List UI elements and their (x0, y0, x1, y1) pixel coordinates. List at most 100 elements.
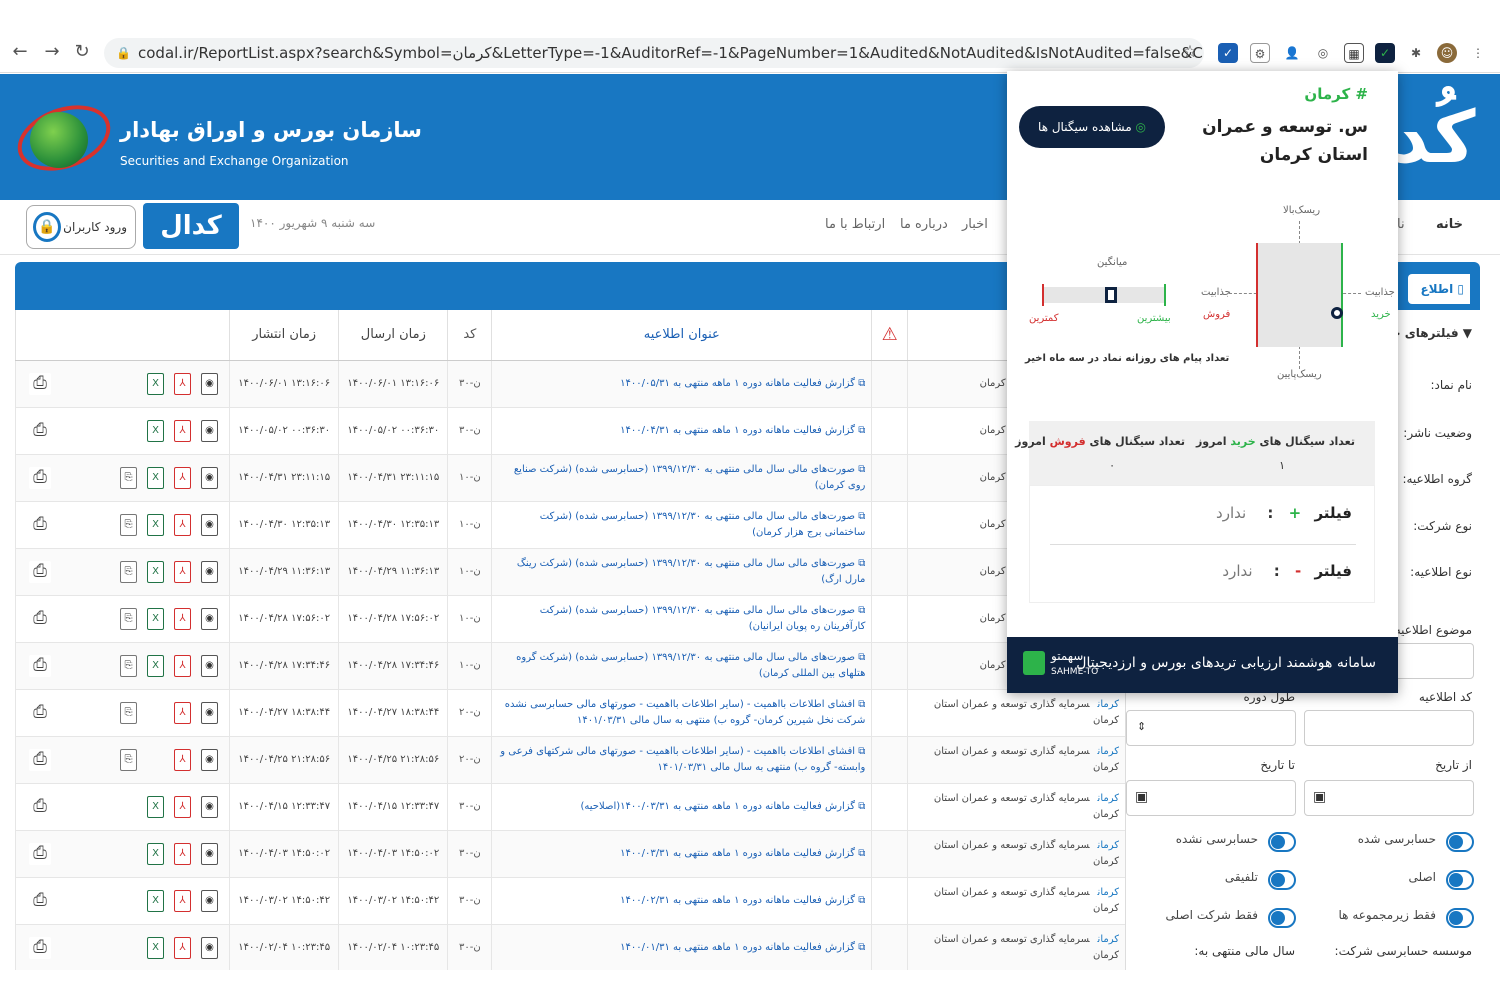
report-title-cell[interactable]: ⧉ افشای اطلاعات بااهمیت - (سایر اطلاعات … (491, 736, 872, 784)
excel-icon[interactable]: X (147, 372, 164, 395)
report-title-cell[interactable]: ⧉ گزارش فعالیت ماهانه دوره ۱ ماهه منتهی … (491, 830, 872, 878)
back-arrow-icon[interactable]: ← (10, 41, 30, 63)
report-title[interactable]: صورت‌های مالی سال مالی منتهی به ۱۳۹۹/۱۲/… (517, 558, 865, 585)
view-icon[interactable]: ◉ (201, 466, 218, 489)
code-input[interactable] (1304, 710, 1474, 746)
audited-toggle[interactable] (1446, 832, 1474, 852)
archive-icon[interactable]: ⎙ (29, 842, 51, 865)
table-row[interactable]: ه گذاری توسعه و عمران کرمان⧉ صورت‌های ما… (15, 548, 1125, 596)
pdf-icon[interactable]: ⅄ (174, 654, 191, 677)
view-icon[interactable]: ◉ (201, 607, 218, 630)
pdf-icon[interactable]: ⅄ (174, 842, 191, 865)
excel-icon[interactable]: X (147, 795, 164, 818)
from-date-input[interactable]: ▣ (1304, 780, 1474, 816)
table-row[interactable]: ه گذاری توسعه و عمران کرمان⧉ گزارش فعالی… (15, 407, 1125, 455)
table-row[interactable]: کرمانسرمایه گذاری توسعه و عمران استان کر… (15, 924, 1125, 970)
table-row[interactable]: ه گذاری توسعه و عمران کرمان⧉ صورت‌های ما… (15, 501, 1125, 549)
report-title[interactable]: گزارش فعالیت ماهانه دوره ۱ ماهه منتهی به… (620, 378, 855, 389)
extension-icon[interactable]: ⚙ (1250, 43, 1270, 63)
menu-publishers[interactable]: نا (1397, 217, 1405, 232)
qr-icon[interactable]: ▦ (1344, 43, 1364, 63)
puzzle-icon[interactable]: ✱ (1406, 43, 1426, 63)
excel-icon[interactable]: X (147, 607, 164, 630)
report-title-cell[interactable]: ⧉ صورت‌های مالی سال مالی منتهی به ۱۳۹۹/۱… (491, 595, 872, 643)
period-select[interactable]: ⇕ (1126, 710, 1296, 746)
codal-logo[interactable]: کُد (1392, 92, 1475, 182)
subsidiaries-only-toggle[interactable] (1446, 908, 1474, 928)
view-icon[interactable]: ◉ (201, 936, 218, 959)
excel-icon[interactable]: X (147, 419, 164, 442)
archive-icon[interactable]: ⎙ (29, 607, 51, 630)
pdf-icon[interactable]: ⅄ (174, 560, 191, 583)
bookmark-star-icon[interactable]: ☆ (1180, 41, 1200, 63)
col-publish-time[interactable]: زمان انتشار (229, 310, 339, 361)
report-title[interactable]: گزارش فعالیت ماهانه دوره ۱ ماهه منتهی به… (620, 942, 855, 953)
pdf-icon[interactable]: ⅄ (174, 795, 191, 818)
report-title-cell[interactable]: ⧉ صورت‌های مالی سال مالی منتهی به ۱۳۹۹/۱… (491, 454, 872, 502)
pdf-icon[interactable]: ⅄ (174, 372, 191, 395)
extension-icon[interactable]: ◎ (1313, 43, 1333, 63)
codal-button[interactable]: کدال (143, 203, 239, 249)
table-row[interactable]: کرمانسرمایه گذاری توسعه و عمران استان کر… (15, 877, 1125, 925)
report-title[interactable]: صورت‌های مالی سال مالی منتهی به ۱۳۹۹/۱۲/… (540, 605, 866, 632)
archive-icon[interactable]: ⎙ (29, 419, 51, 442)
consolidated-toggle[interactable] (1268, 870, 1296, 890)
archive-icon[interactable]: ⎙ (29, 748, 51, 771)
report-title[interactable]: افشای اطلاعات بااهمیت - (سایر اطلاعات با… (505, 699, 866, 726)
view-icon[interactable]: ◉ (201, 889, 218, 912)
report-title[interactable]: گزارش فعالیت ماهانه دوره ۱ ماهه منتهی به… (620, 895, 855, 906)
sahmeto-logo[interactable]: سهمتو SAHME-TO (1023, 647, 1113, 683)
table-row[interactable]: کرمانسرمایه گذاری توسعه و عمران استان کر… (15, 736, 1125, 784)
report-title[interactable]: گزارش فعالیت ماهانه دوره ۱ ماهه منتهی به… (620, 425, 855, 436)
symbol-link[interactable]: کرمان (1098, 887, 1119, 898)
table-row[interactable]: ه گذاری توسعه و عمران کرمان⧉ صورت‌های ما… (15, 642, 1125, 690)
main-toggle[interactable] (1446, 870, 1474, 890)
table-row[interactable]: ه گذاری توسعه و عمران کرمان⧉ گزارش فعالی… (15, 360, 1125, 408)
attachment-icon[interactable]: ⎘ (120, 654, 137, 677)
table-row[interactable]: کرمانسرمایه گذاری توسعه و عمران استان کر… (15, 830, 1125, 878)
col-code[interactable]: کد (447, 310, 492, 361)
pdf-icon[interactable]: ⅄ (174, 936, 191, 959)
forward-arrow-icon[interactable]: → (42, 41, 62, 63)
seo-logo-icon[interactable] (30, 112, 88, 168)
attachment-icon[interactable]: ⎘ (120, 607, 137, 630)
view-icon[interactable]: ◉ (201, 372, 218, 395)
symbol-tag[interactable]: # کرمان (1304, 85, 1368, 103)
main-only-toggle[interactable] (1268, 908, 1296, 928)
view-signals-button[interactable]: ◎ مشاهده سیگنال ها (1019, 106, 1165, 148)
attachment-icon[interactable]: ⎘ (120, 701, 137, 724)
archive-icon[interactable]: ⎙ (29, 560, 51, 583)
address-bar[interactable]: 🔒 codal.ir/ReportList.aspx?search&Symbol… (104, 38, 1204, 68)
excel-icon[interactable]: X (147, 513, 164, 536)
report-title-cell[interactable]: ⧉ صورت‌های مالی سال مالی منتهی به ۱۳۹۹/۱… (491, 548, 872, 596)
archive-icon[interactable]: ⎙ (29, 513, 51, 536)
calendar-icon[interactable]: ▣ (1313, 789, 1326, 805)
pdf-icon[interactable]: ⅄ (174, 513, 191, 536)
report-title[interactable]: صورت‌های مالی سال مالی منتهی به ۱۳۹۹/۱۲/… (516, 652, 865, 679)
menu-news[interactable]: اخبار (962, 217, 988, 232)
report-title-cell[interactable]: ⧉ صورت‌های مالی سال مالی منتهی به ۱۳۹۹/۱… (491, 642, 872, 690)
symbol-link[interactable]: کرمان (1098, 699, 1119, 710)
view-icon[interactable]: ◉ (201, 748, 218, 771)
extension-icon[interactable]: 👤 (1282, 43, 1302, 63)
pdf-icon[interactable]: ⅄ (174, 701, 191, 724)
symbol-link[interactable]: کرمان (1098, 793, 1119, 804)
excel-icon[interactable]: X (147, 560, 164, 583)
to-date-input[interactable]: ▣ (1126, 780, 1296, 816)
view-icon[interactable]: ◉ (201, 654, 218, 677)
pdf-icon[interactable]: ⅄ (174, 748, 191, 771)
menu-about[interactable]: درباره ما (900, 217, 948, 232)
calendar-icon[interactable]: ▣ (1135, 789, 1148, 805)
pdf-icon[interactable]: ⅄ (174, 889, 191, 912)
report-title[interactable]: گزارش فعالیت ماهانه دوره ۱ ماهه منتهی به… (620, 848, 855, 859)
table-row[interactable]: کرمانسرمایه گذاری توسعه و عمران استان کر… (15, 783, 1125, 831)
report-title-cell[interactable]: ⧉ گزارش فعالیت ماهانه دوره ۱ ماهه منتهی … (491, 877, 872, 925)
col-sent-time[interactable]: زمان ارسال (338, 310, 448, 361)
report-title-cell[interactable]: ⧉ گزارش فعالیت ماهانه دوره ۱ ماهه منتهی … (491, 360, 872, 408)
report-title-cell[interactable]: ⧉ گزارش فعالیت ماهانه دوره ۱ ماهه منتهی … (491, 924, 872, 970)
view-icon[interactable]: ◉ (201, 842, 218, 865)
extension-icon[interactable]: ✓ (1218, 43, 1238, 63)
symbol-link[interactable]: کرمان (1098, 934, 1119, 945)
report-title[interactable]: صورت‌های مالی سال مالی منتهی به ۱۳۹۹/۱۲/… (540, 511, 866, 538)
excel-icon[interactable]: X (147, 889, 164, 912)
